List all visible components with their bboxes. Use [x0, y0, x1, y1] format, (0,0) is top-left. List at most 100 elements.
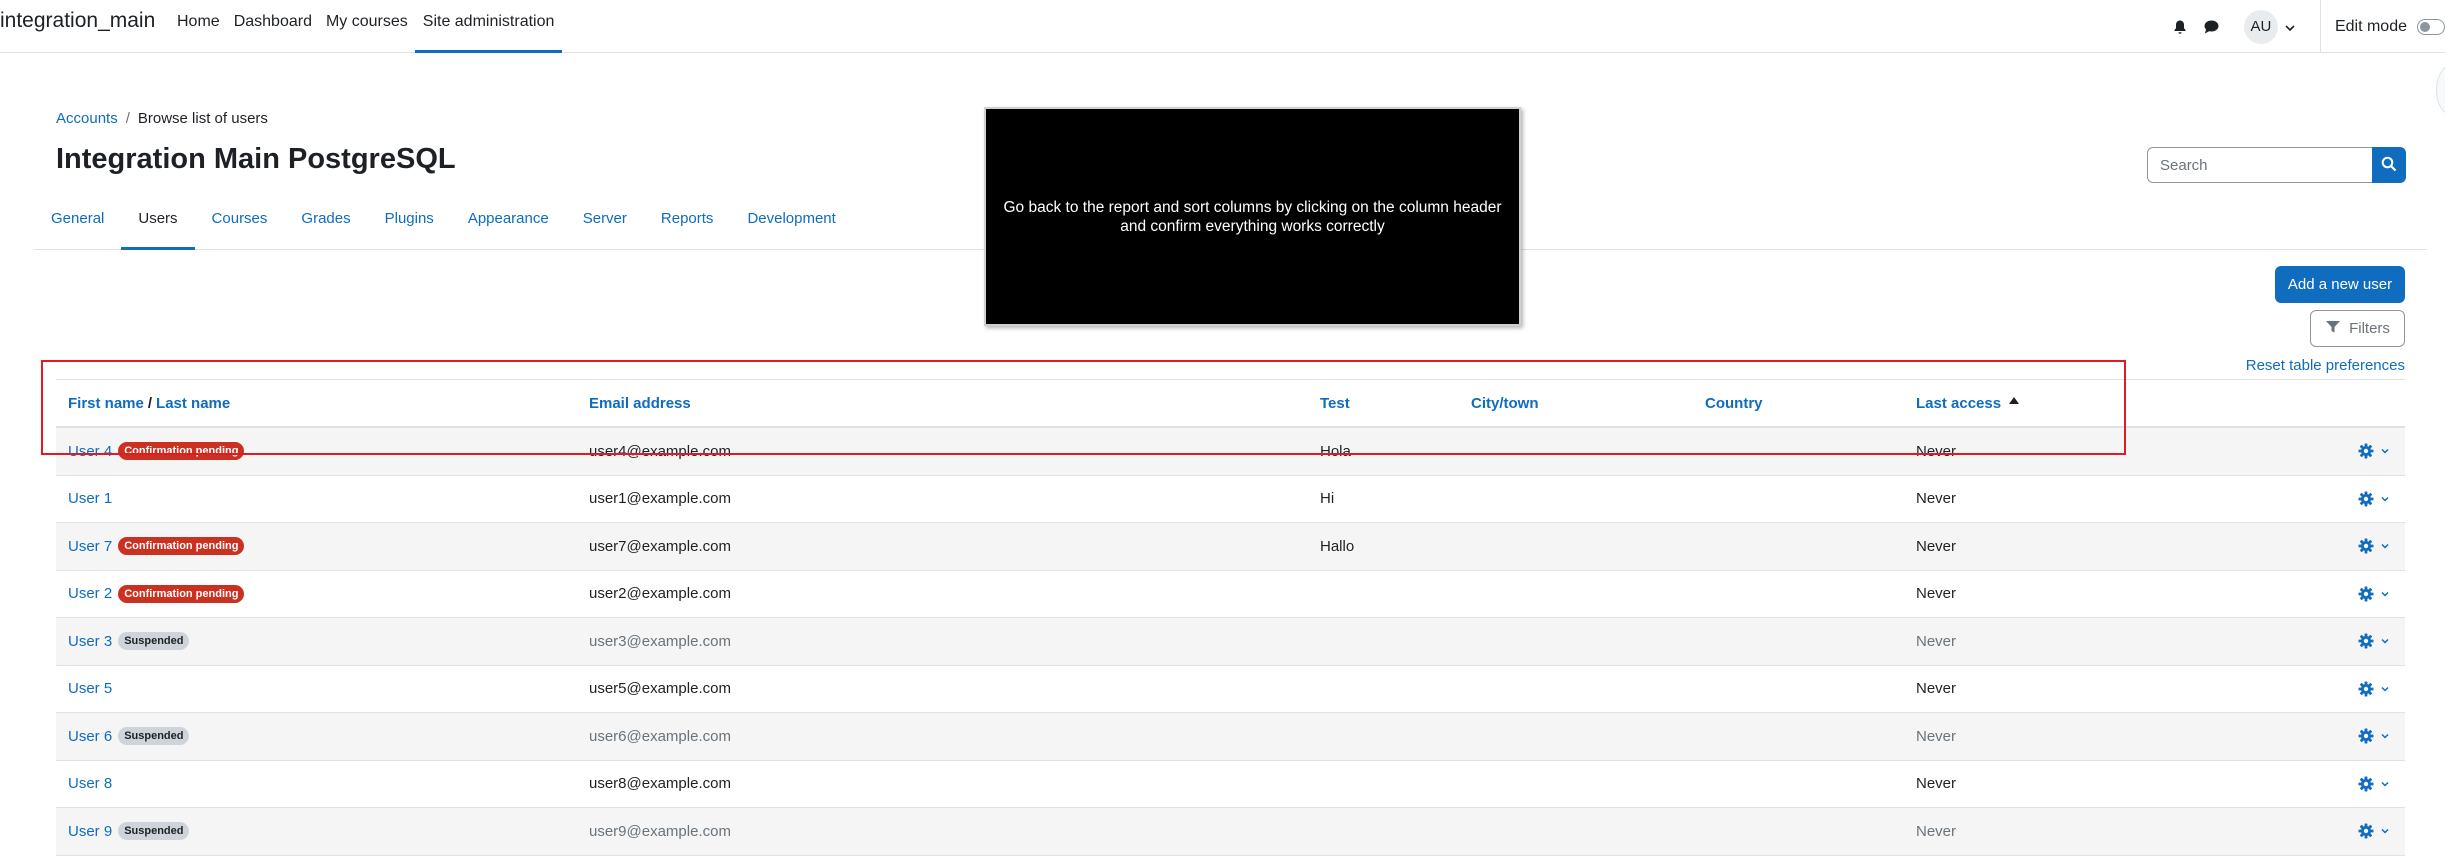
search-box — [2147, 147, 2406, 183]
row-actions-menu[interactable] — [2358, 808, 2390, 855]
cell-email: user7@example.com — [589, 537, 731, 555]
user-name-link[interactable]: User 7 — [68, 538, 112, 555]
cell-email: user6@example.com — [589, 727, 731, 745]
edit-mode-toggle[interactable] — [2417, 18, 2445, 35]
cell-last-access: Never — [1916, 537, 1957, 555]
user-name-link[interactable]: User 5 — [68, 680, 112, 697]
sort-last-name[interactable]: Last name — [156, 395, 230, 412]
chevron-down-icon — [2381, 686, 2389, 692]
search-icon — [2381, 156, 2397, 175]
drawer-toggle[interactable] — [2436, 65, 2445, 115]
table-row: User 4 Confirmation pending user4@example… — [56, 428, 2405, 476]
cell-test: Hola — [1320, 442, 1351, 460]
row-actions-menu[interactable] — [2358, 713, 2390, 760]
row-actions-menu[interactable] — [2358, 571, 2390, 618]
tab-plugins[interactable]: Plugins — [368, 195, 451, 250]
search-button[interactable] — [2372, 147, 2406, 183]
table-row: User 5 user5@example.com Never — [56, 666, 2405, 713]
row-actions-menu[interactable] — [2358, 666, 2390, 713]
bell-icon[interactable] — [2170, 17, 2190, 37]
cell-name: User 4 Confirmation pending — [68, 428, 245, 475]
cell-email: user9@example.com — [589, 822, 731, 840]
table-row: User 3 Suspended user3@example.com Never — [56, 618, 2405, 666]
chevron-down-icon — [2381, 829, 2389, 834]
cell-last-access: Never — [1916, 585, 1957, 603]
cell-name: User 1 — [68, 476, 112, 523]
header-slash: / — [147, 394, 153, 412]
chevron-down-icon — [2381, 781, 2389, 787]
add-new-user-button[interactable]: Add a new user — [2275, 266, 2405, 303]
tab-courses[interactable]: Courses — [195, 195, 285, 250]
edit-mode-label: Edit mode — [2334, 17, 2407, 35]
row-actions-menu[interactable] — [2358, 428, 2390, 475]
sort-last-access[interactable]: Last access — [1916, 395, 2001, 412]
filters-label: Filters — [2349, 320, 2390, 337]
chevron-down-icon — [2381, 591, 2389, 597]
breadcrumb-accounts[interactable]: Accounts — [56, 110, 118, 127]
breadcrumb-separator: / — [125, 110, 130, 127]
cell-name: User 6 Suspended — [68, 713, 190, 760]
cell-last-access: Never — [1916, 822, 1957, 840]
breadcrumb-current: Browse list of users — [137, 110, 268, 127]
search-input[interactable] — [2147, 147, 2372, 183]
table-row: User 9 Suspended user9@example.com Never — [56, 808, 2405, 856]
header-name: First name / Last name — [68, 380, 230, 426]
chevron-down-icon[interactable] — [2284, 21, 2296, 33]
tab-development[interactable]: Development — [730, 195, 852, 250]
tab-server[interactable]: Server — [566, 195, 644, 250]
status-badge: Suspended — [118, 632, 190, 651]
cell-email: user1@example.com — [589, 490, 731, 508]
user-name-link[interactable]: User 1 — [68, 490, 112, 507]
user-name-link[interactable]: User 2 — [68, 585, 112, 602]
nav-home[interactable]: Home — [170, 0, 227, 53]
messages-icon[interactable] — [2202, 17, 2222, 37]
gear-icon — [2358, 728, 2374, 744]
instruction-overlay: Go back to the report and sort columns b… — [984, 107, 1521, 326]
sort-first-name[interactable]: First name — [68, 395, 144, 412]
tab-general[interactable]: General — [34, 195, 121, 250]
user-name-link[interactable]: User 8 — [68, 775, 112, 792]
avatar[interactable]: AU — [2243, 9, 2278, 44]
sort-city[interactable]: City/town — [1471, 380, 1539, 426]
user-name-link[interactable]: User 4 — [68, 443, 112, 460]
tab-grades[interactable]: Grades — [284, 195, 367, 250]
gear-icon — [2358, 823, 2374, 839]
reset-table-preferences-link[interactable]: Reset table preferences — [2246, 357, 2405, 374]
user-name-link[interactable]: User 6 — [68, 728, 112, 745]
status-badge: Suspended — [118, 822, 190, 841]
status-badge: Confirmation pending — [118, 537, 245, 556]
sort-country[interactable]: Country — [1705, 380, 1763, 426]
gear-icon — [2358, 681, 2374, 697]
nav-my-courses[interactable]: My courses — [319, 0, 415, 53]
sort-email[interactable]: Email address — [589, 380, 691, 426]
table-row: User 7 Confirmation pending user7@example… — [56, 523, 2405, 571]
user-name-link[interactable]: User 3 — [68, 633, 112, 650]
row-actions-menu[interactable] — [2358, 523, 2390, 570]
nav-dashboard[interactable]: Dashboard — [227, 0, 319, 53]
row-actions-menu[interactable] — [2358, 618, 2390, 665]
sort-ascending-icon — [2009, 396, 2020, 404]
cell-name: User 5 — [68, 666, 112, 713]
sort-test[interactable]: Test — [1320, 380, 1350, 426]
gear-icon — [2358, 538, 2374, 554]
site-brand[interactable]: integration_main — [0, 9, 155, 33]
cell-email: user4@example.com — [589, 442, 731, 460]
filters-button[interactable]: Filters — [2310, 310, 2405, 347]
gear-icon — [2358, 443, 2374, 459]
cell-test: Hallo — [1320, 537, 1355, 555]
cell-last-access: Never — [1916, 490, 1957, 508]
user-name-link[interactable]: User 9 — [68, 823, 112, 840]
chevron-down-icon — [2381, 639, 2389, 644]
cell-name: User 8 — [68, 761, 112, 808]
nav-site-administration[interactable]: Site administration — [414, 0, 563, 53]
row-actions-menu[interactable] — [2358, 476, 2390, 523]
cell-name: User 3 Suspended — [68, 618, 190, 665]
cell-email: user5@example.com — [589, 680, 731, 698]
tab-users[interactable]: Users — [121, 195, 195, 250]
tab-reports[interactable]: Reports — [644, 195, 731, 250]
table-row: User 2 Confirmation pending user2@example… — [56, 571, 2405, 618]
gear-icon — [2358, 586, 2374, 602]
tab-appearance[interactable]: Appearance — [451, 195, 566, 250]
row-actions-menu[interactable] — [2358, 761, 2390, 808]
table-header: First name / Last name Email address Tes… — [56, 379, 2405, 428]
